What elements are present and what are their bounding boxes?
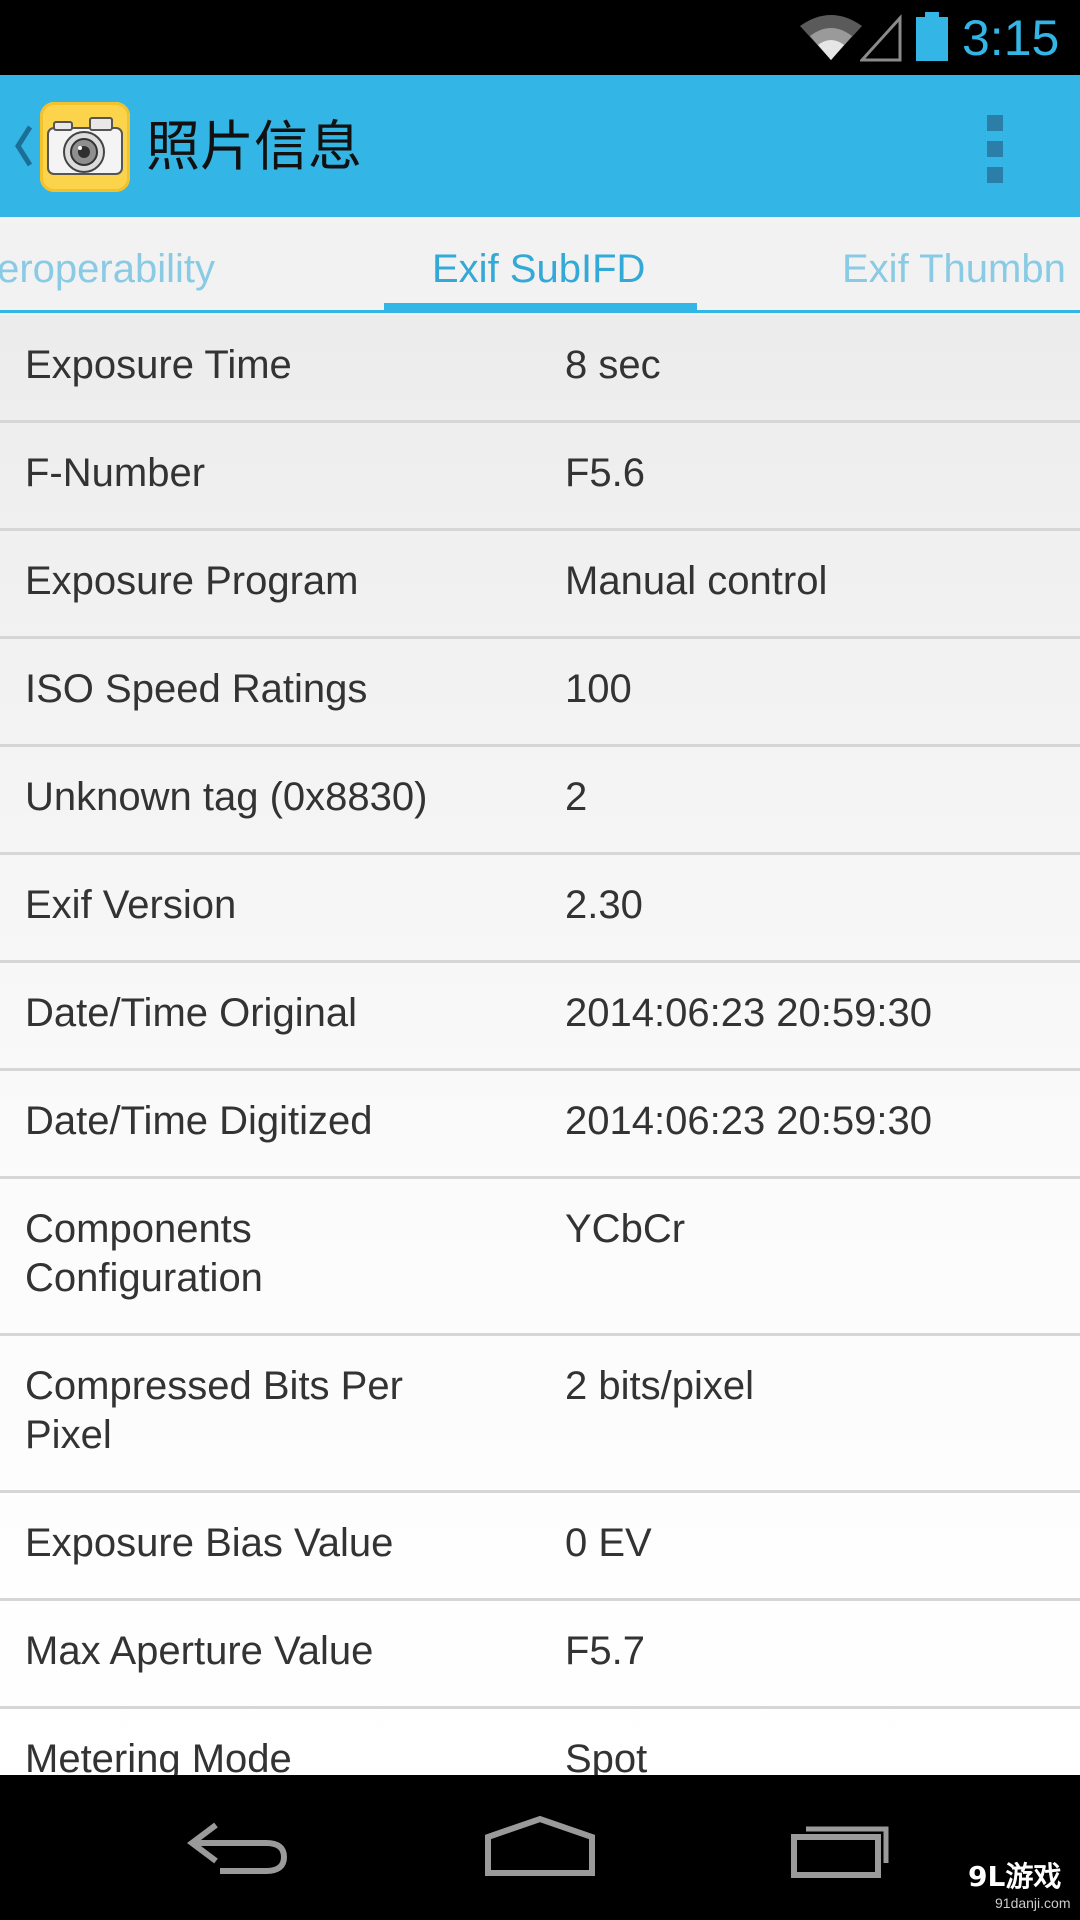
property-label: Compressed Bits Per Pixel	[25, 1364, 403, 1457]
property-value: 2014:06:23 20:59:30	[565, 991, 933, 1035]
property-label: ISO Speed Ratings	[25, 667, 368, 711]
watermark-url: 91danji.com	[995, 1895, 1071, 1911]
list-item[interactable]: ISO Speed Ratings 100	[0, 639, 1080, 747]
property-label: Date/Time Original	[25, 991, 357, 1035]
page-title: 照片信息	[146, 115, 362, 178]
property-value: 8 sec	[565, 343, 661, 387]
property-label: Components Configuration	[25, 1207, 263, 1300]
property-value: 100	[565, 667, 632, 711]
property-label: Metering Mode	[25, 1737, 292, 1775]
status-bar: 3:15	[0, 0, 1080, 75]
list-item[interactable]: F-Number F5.6	[0, 423, 1080, 531]
home-icon[interactable]	[480, 1807, 600, 1887]
navigation-bar: 9L游戏 91danji.com	[0, 1775, 1080, 1920]
wifi-icon	[800, 15, 862, 60]
property-value: 2.30	[565, 883, 643, 927]
up-caret-icon[interactable]	[12, 125, 34, 167]
list-item[interactable]: Metering Mode Spot	[0, 1709, 1080, 1775]
list-item[interactable]: Components Configuration YCbCr	[0, 1179, 1080, 1336]
list-item[interactable]: Exif Version 2.30	[0, 855, 1080, 963]
property-label: Date/Time Digitized	[25, 1099, 373, 1143]
property-value: Spot	[565, 1737, 648, 1775]
overflow-menu-icon[interactable]	[975, 115, 1015, 183]
tab-active-indicator	[384, 303, 697, 313]
battery-icon	[916, 12, 948, 61]
list-item[interactable]: Exposure Time 8 sec	[0, 315, 1080, 423]
property-label: Exposure Bias Value	[25, 1521, 394, 1565]
list-item[interactable]: Exposure Bias Value 0 EV	[0, 1493, 1080, 1601]
list-item[interactable]: Exposure Program Manual control	[0, 531, 1080, 639]
property-value: 0 EV	[565, 1521, 652, 1565]
property-value: Manual control	[565, 559, 828, 603]
tab-strip: teroperability Exif SubIFD Exif Thumbn	[0, 217, 1080, 315]
status-clock: 3:15	[962, 10, 1060, 66]
watermark-logo: 9L游戏	[968, 1860, 1062, 1893]
list-item[interactable]: Date/Time Digitized 2014:06:23 20:59:30	[0, 1071, 1080, 1179]
tab-interoperability[interactable]: teroperability	[0, 217, 215, 313]
property-value: 2014:06:23 20:59:30	[565, 1099, 933, 1143]
property-label: Max Aperture Value	[25, 1629, 374, 1673]
tab-exif-thumbnail[interactable]: Exif Thumbn	[842, 217, 1066, 313]
action-bar: 照片信息	[0, 75, 1080, 217]
property-label: F-Number	[25, 451, 206, 495]
list-item[interactable]: Date/Time Original 2014:06:23 20:59:30	[0, 963, 1080, 1071]
list-item[interactable]: Compressed Bits Per Pixel 2 bits/pixel	[0, 1336, 1080, 1493]
property-value: YCbCr	[565, 1207, 686, 1251]
property-label: Exposure Time	[25, 343, 292, 387]
property-value: 2	[565, 775, 588, 819]
property-list[interactable]: Exposure Time 8 sec F-Number F5.6 Exposu…	[0, 315, 1080, 1775]
property-value: F5.7	[565, 1629, 646, 1673]
cell-signal-icon	[860, 14, 902, 62]
list-item[interactable]: Max Aperture Value F5.7	[0, 1601, 1080, 1709]
back-icon[interactable]	[180, 1807, 300, 1887]
camera-app-icon[interactable]	[40, 102, 130, 192]
property-value: 2 bits/pixel	[565, 1364, 754, 1408]
property-label: Exposure Program	[25, 559, 359, 603]
screen: 3:15 照片信息 teroperability Exif SubIFD Exi…	[0, 0, 1080, 1920]
property-label: Exif Version	[25, 883, 237, 927]
recent-apps-icon[interactable]	[780, 1807, 900, 1887]
list-item[interactable]: Unknown tag (0x8830) 2	[0, 747, 1080, 855]
property-label: Unknown tag (0x8830)	[25, 775, 428, 819]
property-value: F5.6	[565, 451, 646, 495]
tab-exif-subifd[interactable]: Exif SubIFD	[432, 217, 645, 313]
